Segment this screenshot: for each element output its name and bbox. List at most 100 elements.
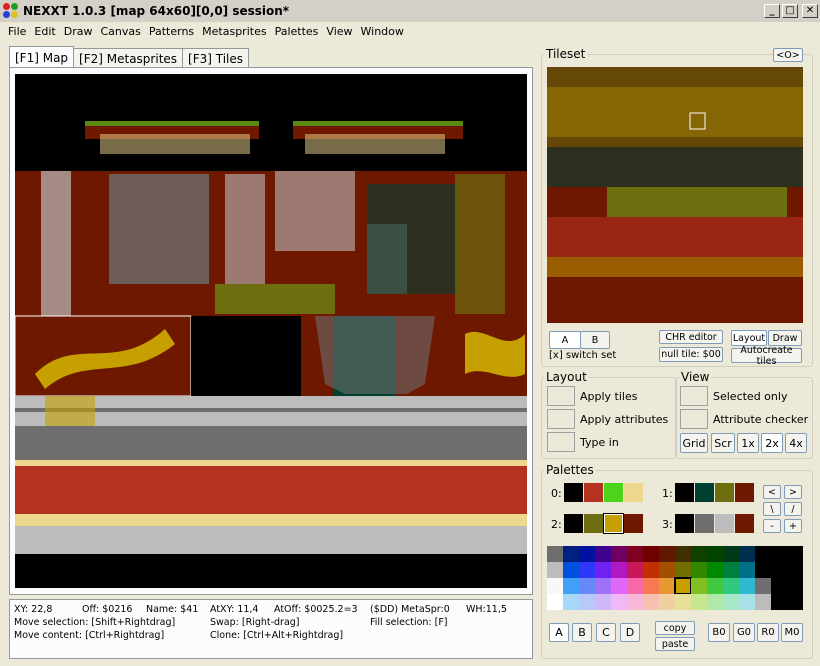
palette-0-color-3[interactable] <box>624 483 643 502</box>
palette-paste-button[interactable]: paste <box>655 637 695 651</box>
status-name: Name: $41 <box>146 604 199 615</box>
map-panel <box>9 67 533 595</box>
menu-canvas[interactable]: Canvas <box>96 25 144 38</box>
palette-2-color-2[interactable] <box>603 513 624 534</box>
grid-button[interactable]: Grid <box>680 433 708 453</box>
type-in-toggle[interactable] <box>547 432 575 452</box>
palette-minus-button[interactable]: - <box>763 519 781 533</box>
bank-a-button[interactable]: A <box>549 331 581 349</box>
palette-1-label: 1: <box>662 487 673 500</box>
selected-only-label: Selected only <box>713 390 788 403</box>
palette-2-label: 2: <box>551 518 562 531</box>
nes-color-grid[interactable] <box>547 546 803 610</box>
status-hint-move-selection: Move selection: [Shift+Rightdrag] <box>14 617 176 628</box>
monochrome-button[interactable]: M0 <box>781 623 803 642</box>
palettes-title: Palettes <box>546 463 594 477</box>
blue-emphasis-button[interactable]: B0 <box>708 623 730 642</box>
palette-1-color-3[interactable] <box>735 483 754 502</box>
menu-palettes[interactable]: Palettes <box>271 25 323 38</box>
menu-draw[interactable]: Draw <box>60 25 97 38</box>
subpalette-b-button[interactable]: B <box>572 623 592 642</box>
chr-editor-button[interactable]: CHR editor <box>659 330 723 344</box>
status-hint-clone: Clone: [Ctrl+Alt+Rightdrag] <box>210 630 344 641</box>
status-hint-swap: Swap: [Right-drag] <box>210 617 300 628</box>
apply-attributes-toggle[interactable] <box>547 409 575 429</box>
apply-attributes-label: Apply attributes <box>580 413 669 426</box>
status-atxy: AtXY: 11,4 <box>210 604 259 615</box>
nes-color-swatches <box>547 546 803 610</box>
apply-tiles-label: Apply tiles <box>580 390 638 403</box>
close-button[interactable]: ✕ <box>802 4 818 18</box>
minimize-button[interactable]: _ <box>764 4 780 18</box>
window-title: NEXXT 1.0.3 [map 64x60][0,0] session* <box>23 4 290 18</box>
attribute-checker-label: Attribute checker <box>713 413 809 426</box>
subpalette-c-button[interactable]: C <box>596 623 616 642</box>
subpalette-d-button[interactable]: D <box>620 623 640 642</box>
palette-3-color-2[interactable] <box>715 514 734 533</box>
zoom-2x-button[interactable]: 2x <box>761 433 783 453</box>
menu-bar: File Edit Draw Canvas Patterns Metasprit… <box>0 22 820 41</box>
type-in-label: Type in <box>580 436 619 449</box>
apply-tiles-toggle[interactable] <box>547 386 575 406</box>
menu-window[interactable]: Window <box>357 25 408 38</box>
menu-view[interactable]: View <box>322 25 356 38</box>
palette-1-color-2[interactable] <box>715 483 734 502</box>
palette-0-color-2[interactable] <box>604 483 623 502</box>
zoom-4x-button[interactable]: 4x <box>785 433 807 453</box>
palette-3-label: 3: <box>662 518 673 531</box>
map-graphics <box>15 74 527 588</box>
palette-1-color-1[interactable] <box>695 483 714 502</box>
bank-b-button[interactable]: B <box>580 331 610 349</box>
palette-plus-button[interactable]: + <box>784 519 802 533</box>
tab-metasprites[interactable]: [F2] Metasprites <box>73 48 184 68</box>
status-offset: Off: $0216 <box>82 604 133 615</box>
status-bar: XY: 22,8 Off: $0216 Name: $41 AtXY: 11,4… <box>9 599 533 659</box>
menu-file[interactable]: File <box>4 25 30 38</box>
screen-grid-button[interactable]: Scr <box>711 433 735 453</box>
tileset-canvas[interactable] <box>547 67 803 323</box>
tileset-graphics <box>547 67 803 323</box>
green-emphasis-button[interactable]: G0 <box>733 623 755 642</box>
status-wh: WH:11,5 <box>466 604 507 615</box>
attribute-checker-toggle[interactable] <box>680 409 708 429</box>
map-canvas[interactable] <box>15 74 527 588</box>
palette-0-color-1[interactable] <box>584 483 603 502</box>
app-icon <box>3 3 19 19</box>
palette-prev-button[interactable]: < <box>763 485 781 499</box>
view-title: View <box>681 370 710 384</box>
menu-metasprites[interactable]: Metasprites <box>198 25 270 38</box>
palette-1-color-0[interactable] <box>675 483 694 502</box>
autocreate-tiles-button[interactable]: Autocreate tiles <box>731 345 802 367</box>
tileset-title: Tileset <box>546 47 586 61</box>
palette-0-color-0[interactable] <box>564 483 583 502</box>
tab-bar: [F1] Map [F2] Metasprites [F3] Tiles <box>9 46 250 68</box>
palette-3-color-1[interactable] <box>695 514 714 533</box>
status-hint-fill: Fill selection: [F] <box>370 617 448 628</box>
palette-copy-button[interactable]: copy <box>655 621 695 635</box>
maximize-button[interactable]: □ <box>782 4 798 18</box>
palette-0-label: 0: <box>551 487 562 500</box>
menu-patterns[interactable]: Patterns <box>145 25 198 38</box>
red-emphasis-button[interactable]: R0 <box>757 623 779 642</box>
selected-only-toggle[interactable] <box>680 386 708 406</box>
tab-tiles[interactable]: [F3] Tiles <box>182 48 250 68</box>
title-bar: NEXXT 1.0.3 [map 64x60][0,0] session* _ … <box>0 0 820 22</box>
status-xy: XY: 22,8 <box>14 604 53 615</box>
null-tile-button[interactable]: null tile: $00 <box>659 347 723 362</box>
tab-map[interactable]: [F1] Map <box>9 46 75 68</box>
tileset-nav-button[interactable]: <O> <box>773 48 803 62</box>
status-metaspr: ($DD) MetaSpr:0 <box>370 604 450 615</box>
zoom-1x-button[interactable]: 1x <box>737 433 759 453</box>
palette-2-color-0[interactable] <box>564 514 583 533</box>
palette-3-color-3[interactable] <box>735 514 754 533</box>
menu-edit[interactable]: Edit <box>30 25 59 38</box>
palette-rotate-left-button[interactable]: \ <box>763 502 781 516</box>
palette-2-color-3[interactable] <box>624 514 643 533</box>
switch-set-label: [x] switch set <box>549 350 617 361</box>
palette-rotate-right-button[interactable]: / <box>784 502 802 516</box>
palette-3-color-0[interactable] <box>675 514 694 533</box>
palette-2-color-1[interactable] <box>584 514 603 533</box>
subpalette-a-button[interactable]: A <box>549 623 569 642</box>
layout-title: Layout <box>546 370 587 384</box>
palette-next-button[interactable]: > <box>784 485 802 499</box>
